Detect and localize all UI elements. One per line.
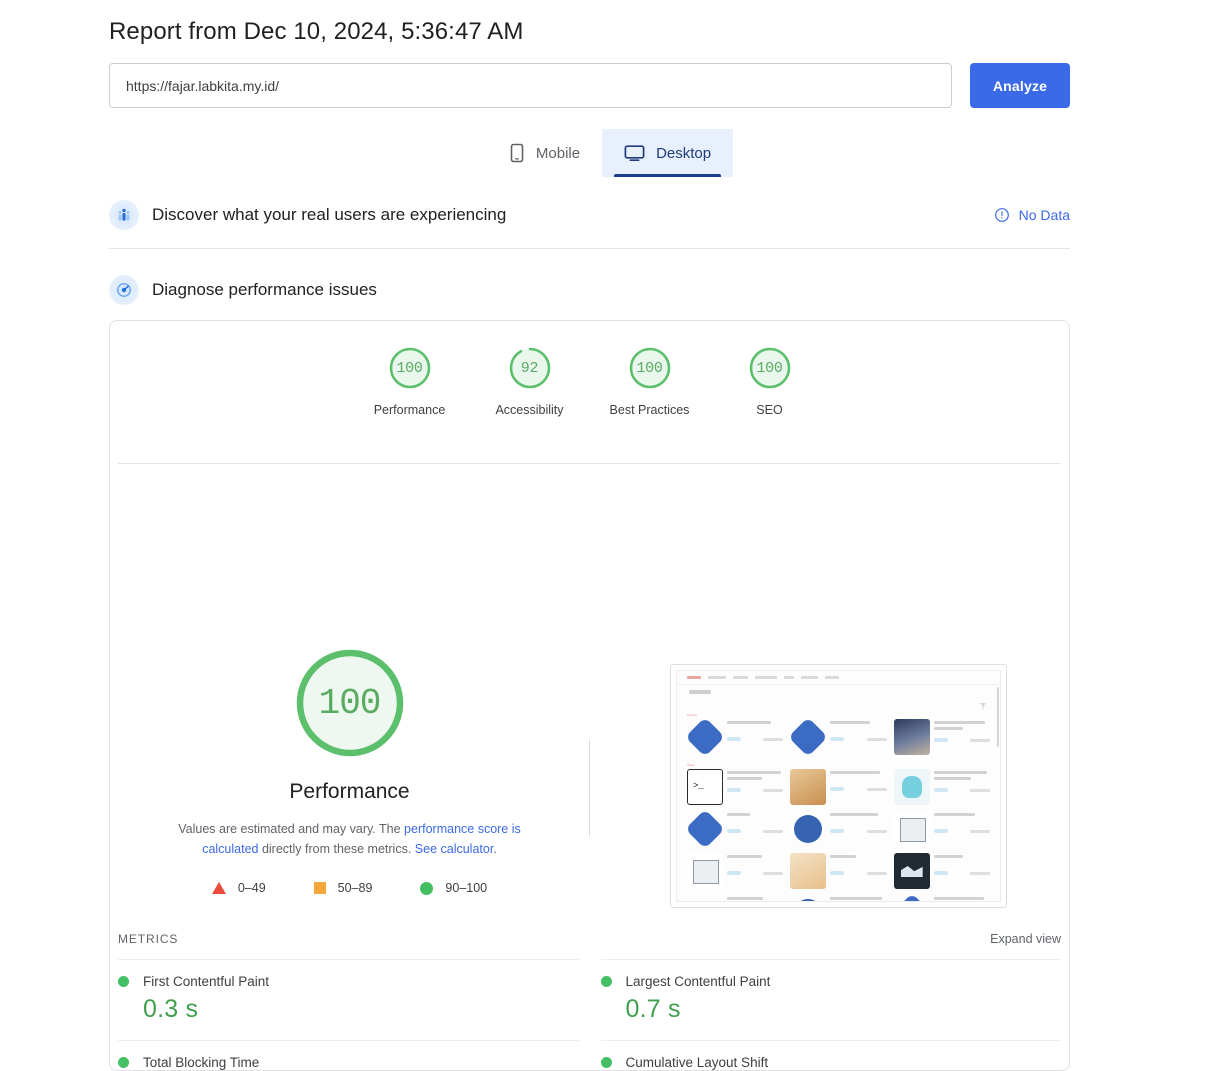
score-seo-label: SEO bbox=[756, 403, 783, 417]
thumbnail-heading bbox=[689, 690, 711, 694]
gauge-accessibility-value: 92 bbox=[520, 359, 539, 377]
metric-value: 0.7 s bbox=[625, 995, 681, 1023]
metric-name: Total Blocking Time bbox=[143, 1055, 260, 1070]
real-users-icon bbox=[109, 200, 139, 230]
gauge-seo-value: 100 bbox=[756, 359, 783, 377]
analyze-button[interactable]: Analyze bbox=[970, 63, 1070, 108]
pagespeed-report-page: Report from Dec 10, 2024, 5:36:47 AM Ana… bbox=[0, 0, 1220, 1071]
metric-total-blocking-time[interactable]: Total Blocking Time 20 ms bbox=[118, 1040, 579, 1070]
hero-score-panel: 100 Performance Values are estimated and… bbox=[110, 464, 589, 919]
metrics-grid: First Contentful Paint 0.3 s Largest Con… bbox=[110, 959, 1069, 1070]
metric-largest-contentful-paint[interactable]: Largest Contentful Paint 0.7 s bbox=[600, 959, 1061, 1040]
tab-desktop-label: Desktop bbox=[656, 144, 712, 162]
hero-note: Values are estimated and may vary. The p… bbox=[150, 819, 550, 859]
no-data-status[interactable]: No Data bbox=[994, 207, 1070, 223]
thumbnail-navbar bbox=[677, 671, 1000, 685]
thumbnail-card-row-3 bbox=[687, 811, 990, 848]
legend-range-poor: 0–49 bbox=[237, 881, 266, 895]
see-calculator-link[interactable]: See calculator bbox=[415, 842, 494, 856]
score-performance[interactable]: 100 Performance bbox=[350, 345, 470, 417]
thumbnail-card-row-5 bbox=[687, 895, 990, 901]
score-legend: 0–49 50–89 90–100 bbox=[211, 881, 487, 895]
section-divider bbox=[109, 248, 1070, 249]
mobile-icon bbox=[509, 143, 525, 163]
gauge-best-practices: 100 bbox=[627, 345, 673, 391]
filter-icon bbox=[980, 703, 986, 710]
square-icon bbox=[313, 882, 326, 894]
no-data-label: No Data bbox=[1018, 207, 1070, 223]
page-title: Report from Dec 10, 2024, 5:36:47 AM bbox=[109, 18, 524, 45]
hero-note-text-2: directly from these metrics. bbox=[258, 842, 415, 856]
score-seo[interactable]: 100 SEO bbox=[710, 345, 830, 417]
gauge-hero-performance: 100 bbox=[293, 646, 407, 760]
category-scores: 100 Performance 92 Accessibility 100 Bes… bbox=[110, 321, 1069, 463]
tab-mobile[interactable]: Mobile bbox=[487, 129, 602, 177]
diagnose-section-header: Diagnose performance issues bbox=[109, 273, 1070, 307]
thumbnail-group-label-2: Other bbox=[687, 763, 695, 767]
discover-section-title: Discover what your real users are experi… bbox=[152, 205, 507, 224]
tab-mobile-label: Mobile bbox=[535, 144, 581, 162]
thumbnail-card-row-1 bbox=[687, 719, 990, 756]
metrics-header: METRICS Expand view bbox=[110, 919, 1069, 959]
thumbnail-group-label-1: Laravel bbox=[687, 713, 697, 717]
diagnose-icon bbox=[109, 275, 139, 305]
gauge-performance: 100 bbox=[387, 345, 433, 391]
thumbnail-card-row-2 bbox=[687, 769, 990, 806]
desktop-icon bbox=[624, 144, 645, 162]
score-accessibility-label: Accessibility bbox=[495, 403, 564, 417]
thumbnail-scrollbar bbox=[997, 687, 999, 747]
hero-section: 100 Performance Values are estimated and… bbox=[110, 464, 1069, 919]
gauge-accessibility: 92 bbox=[507, 345, 553, 391]
hero-note-text-3: . bbox=[493, 842, 497, 856]
metrics-label: METRICS bbox=[118, 932, 179, 946]
status-dot-icon bbox=[118, 1057, 129, 1068]
legend-range-average: 50–89 bbox=[337, 881, 373, 895]
circle-icon bbox=[420, 881, 434, 895]
score-accessibility[interactable]: 92 Accessibility bbox=[470, 345, 590, 417]
score-performance-label: Performance bbox=[373, 403, 446, 417]
legend-range-good: 90–100 bbox=[445, 881, 488, 895]
gauge-performance-value: 100 bbox=[396, 359, 423, 377]
metric-name: First Contentful Paint bbox=[143, 974, 270, 989]
triangle-icon bbox=[211, 882, 226, 894]
hero-category-label: Performance bbox=[289, 780, 410, 803]
hero-note-text-1: Values are estimated and may vary. The bbox=[178, 822, 405, 836]
gauge-best-practices-value: 100 bbox=[636, 359, 663, 377]
hero-thumbnail-panel: Laravel Other bbox=[589, 464, 1069, 919]
tab-desktop[interactable]: Desktop bbox=[602, 129, 734, 177]
score-best-practices-label: Best Practices bbox=[609, 403, 690, 417]
legend-item-poor: 0–49 bbox=[211, 881, 266, 895]
status-dot-icon bbox=[600, 976, 612, 987]
metric-cumulative-layout-shift[interactable]: Cumulative Layout Shift 0.001 bbox=[600, 1040, 1061, 1070]
thumbnail-content: Laravel Other bbox=[676, 670, 1001, 902]
status-dot-icon bbox=[600, 1057, 612, 1068]
gauge-seo: 100 bbox=[747, 345, 793, 391]
url-input[interactable] bbox=[109, 63, 952, 108]
metric-first-contentful-paint[interactable]: First Contentful Paint 0.3 s bbox=[118, 959, 579, 1040]
page-screenshot-thumbnail: Laravel Other bbox=[670, 664, 1007, 908]
form-factor-tabs: Mobile Desktop bbox=[0, 129, 1220, 177]
score-best-practices[interactable]: 100 Best Practices bbox=[590, 345, 710, 417]
legend-item-good: 90–100 bbox=[420, 881, 487, 895]
thumbnail-card-row-4 bbox=[687, 853, 990, 890]
expand-view-button[interactable]: Expand view bbox=[990, 932, 1061, 946]
status-dot-icon bbox=[118, 976, 129, 987]
metric-value: 0.3 s bbox=[143, 995, 199, 1023]
info-circle-icon bbox=[994, 207, 1010, 223]
hero-score-value: 100 bbox=[318, 682, 382, 724]
legend-item-average: 50–89 bbox=[313, 881, 373, 895]
discover-section-header: Discover what your real users are experi… bbox=[109, 198, 1070, 232]
metric-name: Largest Contentful Paint bbox=[625, 974, 771, 989]
url-bar: Analyze bbox=[109, 63, 1070, 108]
diagnose-section-title: Diagnose performance issues bbox=[152, 280, 377, 299]
metric-name: Cumulative Layout Shift bbox=[625, 1055, 769, 1070]
lighthouse-report-card: 100 Performance 92 Accessibility 100 Bes… bbox=[109, 320, 1070, 1071]
